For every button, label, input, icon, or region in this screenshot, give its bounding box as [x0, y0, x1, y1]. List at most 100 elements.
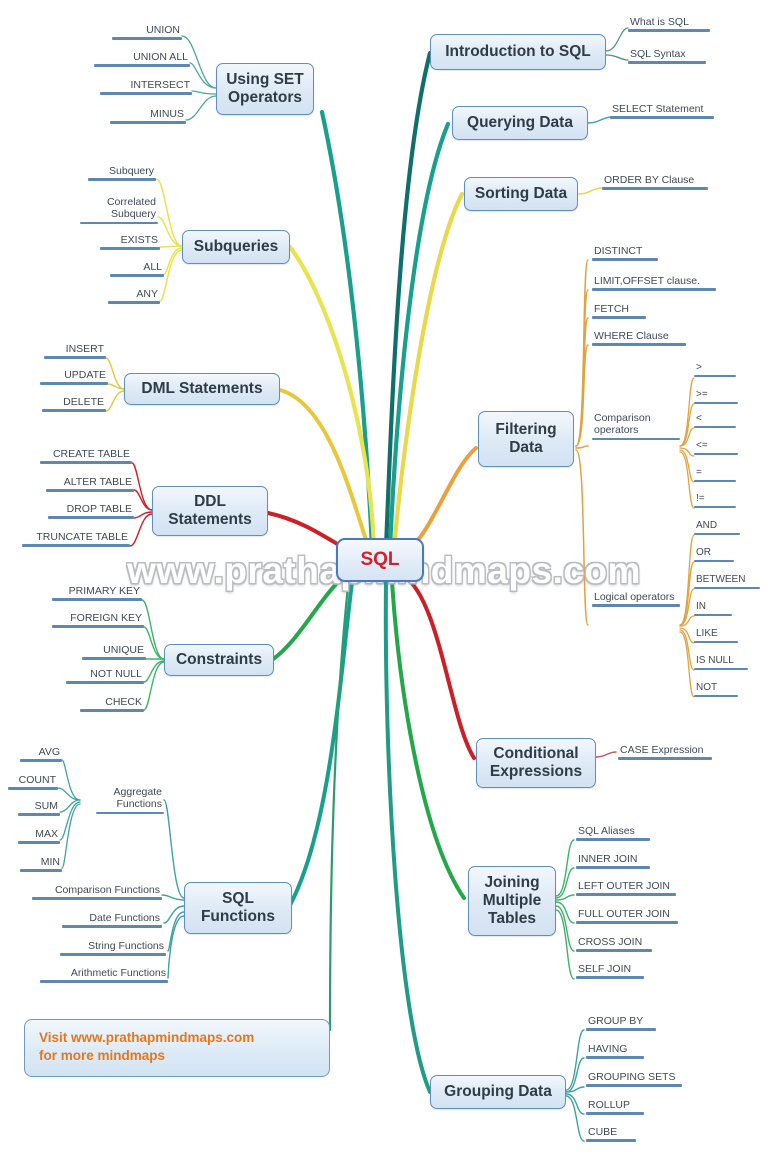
leaf-primary-key[interactable]: PRIMARY KEY: [52, 585, 142, 603]
topic-label: Subqueries: [193, 237, 279, 255]
leaf-select-statement[interactable]: SELECT Statement: [610, 103, 714, 121]
leaf-what-is-sql[interactable]: What is SQL: [628, 16, 710, 34]
leaf-label: SELECT Statement: [612, 103, 704, 115]
leaf-count[interactable]: COUNT: [8, 774, 58, 792]
leaf-not-null[interactable]: NOT NULL: [66, 668, 144, 686]
leaf-label: DROP TABLE: [66, 503, 132, 515]
leaf-minus[interactable]: MINUS: [110, 108, 186, 126]
leaf-op-greater-equal[interactable]: >=: [694, 389, 738, 406]
leaf-self-join[interactable]: SELF JOIN: [576, 963, 644, 981]
leaf-underline: [62, 925, 162, 928]
topic-sorting-data[interactable]: Sorting Data: [464, 177, 578, 211]
leaf-op-less-than[interactable]: <: [694, 413, 736, 430]
leaf-underline: [46, 489, 134, 492]
leaf-label: UNION: [146, 24, 180, 36]
leaf-label: UNION ALL: [133, 51, 188, 63]
leaf-op-in[interactable]: IN: [694, 601, 732, 618]
leaf-underline: [88, 178, 156, 181]
leaf-correlated-subquery[interactable]: Correlated Subquery: [80, 196, 158, 226]
leaf-check[interactable]: CHECK: [80, 696, 144, 714]
leaf-cube[interactable]: CUBE: [586, 1126, 636, 1144]
topic-subqueries[interactable]: Subqueries: [182, 230, 290, 264]
leaf-truncate-table[interactable]: TRUNCATE TABLE: [22, 531, 130, 549]
topic-dml-statements[interactable]: DML Statements: [124, 373, 280, 405]
leaf-op-greater-than[interactable]: >: [694, 362, 736, 379]
leaf-label: ANY: [136, 288, 158, 300]
leaf-sql-aliases[interactable]: SQL Aliases: [576, 825, 650, 843]
leaf-sum[interactable]: SUM: [18, 800, 60, 818]
leaf-min[interactable]: MIN: [20, 856, 62, 874]
leaf-distinct[interactable]: DISTINCT: [592, 245, 658, 263]
leaf-create-table[interactable]: CREATE TABLE: [40, 448, 132, 466]
leaf-insert[interactable]: INSERT: [44, 343, 106, 361]
leaf-underline: [8, 787, 58, 790]
topic-joining-multiple-tables[interactable]: Joining Multiple Tables: [468, 866, 556, 936]
topic-ddl-statements[interactable]: DDL Statements: [152, 486, 268, 536]
leaf-label: ORDER BY Clause: [604, 174, 695, 186]
topic-introduction-to-sql[interactable]: Introduction to SQL: [430, 34, 606, 70]
topic-using-set-operators[interactable]: Using SET Operators: [216, 63, 314, 115]
leaf-string-functions[interactable]: String Functions: [60, 940, 166, 958]
topic-filtering-data[interactable]: Filtering Data: [478, 411, 574, 467]
leaf-date-functions[interactable]: Date Functions: [62, 912, 162, 930]
leaf-op-or[interactable]: OR: [694, 547, 734, 564]
leaf-group-by[interactable]: GROUP BY: [586, 1015, 656, 1033]
leaf-subquery[interactable]: Subquery: [88, 165, 156, 183]
leaf-inner-join[interactable]: INNER JOIN: [576, 853, 650, 871]
leaf-exists[interactable]: EXISTS: [100, 234, 160, 252]
topic-label: Grouping Data: [444, 1082, 552, 1100]
leaf-op-not-equal[interactable]: !=: [694, 493, 736, 510]
leaf-full-outer-join[interactable]: FULL OUTER JOIN: [576, 908, 678, 926]
leaf-avg[interactable]: AVG: [20, 746, 62, 764]
leaf-underline: [48, 516, 134, 519]
leaf-comparison-operators[interactable]: Comparison operators: [592, 412, 680, 442]
leaf-drop-table[interactable]: DROP TABLE: [48, 503, 134, 521]
leaf-union-all[interactable]: UNION ALL: [94, 51, 190, 69]
leaf-order-by-clause[interactable]: ORDER BY Clause: [602, 174, 708, 192]
leaf-left-outer-join[interactable]: LEFT OUTER JOIN: [576, 880, 676, 898]
leaf-op-equal[interactable]: =: [694, 467, 736, 484]
leaf-aggregate-functions[interactable]: Aggregate Functions: [96, 786, 164, 816]
leaf-underline: [694, 479, 736, 483]
promo-box[interactable]: Visit www.prathapmindmaps.com for more m…: [24, 1019, 330, 1077]
central-topic-sql[interactable]: SQL: [336, 538, 424, 582]
leaf-all[interactable]: ALL: [110, 261, 164, 279]
leaf-fetch[interactable]: FETCH: [592, 303, 646, 321]
leaf-op-and[interactable]: AND: [694, 520, 740, 537]
leaf-op-not[interactable]: NOT: [694, 682, 738, 699]
leaf-case-expression[interactable]: CASE Expression: [618, 744, 712, 762]
leaf-comparison-functions[interactable]: Comparison Functions: [32, 884, 162, 902]
leaf-rollup[interactable]: ROLLUP: [586, 1099, 644, 1117]
leaf-op-between[interactable]: BETWEEN: [694, 574, 760, 591]
leaf-grouping-sets[interactable]: GROUPING SETS: [586, 1071, 682, 1089]
leaf-op-less-equal[interactable]: <=: [694, 440, 738, 457]
leaf-max[interactable]: MAX: [18, 828, 60, 846]
topic-sql-functions[interactable]: SQL Functions: [184, 882, 292, 934]
leaf-alter-table[interactable]: ALTER TABLE: [46, 476, 134, 494]
leaf-update[interactable]: UPDATE: [40, 369, 108, 387]
topic-querying-data[interactable]: Querying Data: [452, 106, 588, 140]
leaf-foreign-key[interactable]: FOREIGN KEY: [52, 612, 144, 630]
leaf-logical-operators[interactable]: Logical operators: [592, 591, 680, 609]
leaf-having[interactable]: HAVING: [586, 1043, 644, 1061]
leaf-where-clause[interactable]: WHERE Clause: [592, 330, 686, 348]
topic-grouping-data[interactable]: Grouping Data: [430, 1075, 566, 1109]
leaf-cross-join[interactable]: CROSS JOIN: [576, 936, 652, 954]
leaf-op-like[interactable]: LIKE: [694, 628, 738, 645]
topic-constraints[interactable]: Constraints: [164, 644, 274, 676]
leaf-underline: [694, 640, 738, 644]
leaf-unique[interactable]: UNIQUE: [82, 644, 146, 662]
leaf-sql-syntax[interactable]: SQL Syntax: [628, 48, 706, 66]
leaf-op-is-null[interactable]: IS NULL: [694, 655, 748, 672]
leaf-union[interactable]: UNION: [112, 24, 182, 42]
leaf-underline: [42, 409, 106, 412]
topic-label: DML Statements: [141, 379, 263, 397]
leaf-any[interactable]: ANY: [108, 288, 160, 306]
leaf-arithmetic-functions[interactable]: Arithmetic Functions: [40, 967, 168, 985]
leaf-limit-offset-clause[interactable]: LIMIT,OFFSET clause.: [592, 275, 716, 293]
topic-conditional-expressions[interactable]: Conditional Expressions: [476, 738, 596, 788]
leaf-delete[interactable]: DELETE: [42, 396, 106, 414]
leaf-intersect[interactable]: INTERSECT: [100, 79, 192, 97]
leaf-underline: [592, 288, 716, 291]
leaf-label: WHERE Clause: [594, 330, 669, 342]
